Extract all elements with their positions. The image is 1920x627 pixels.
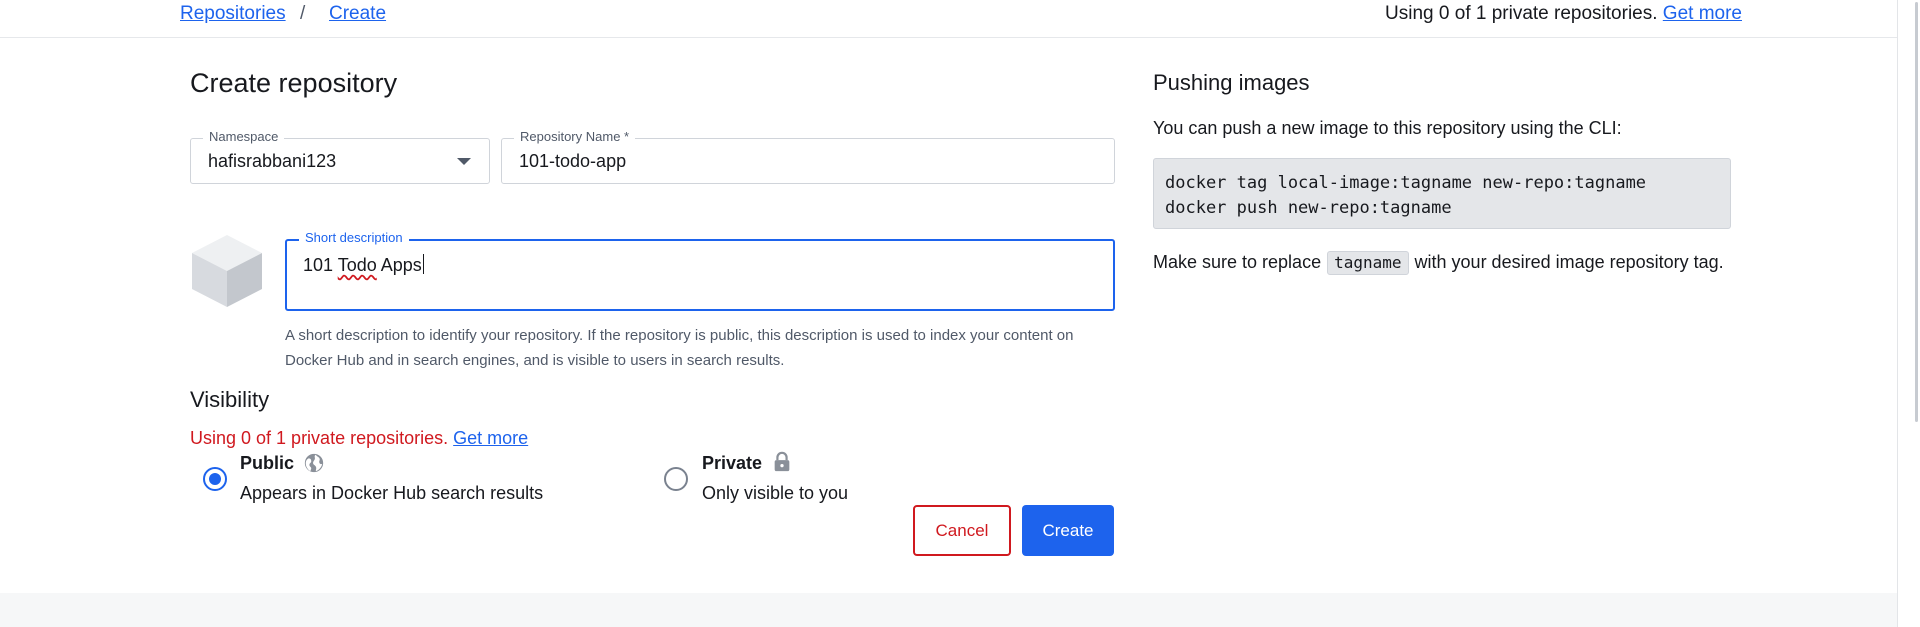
create-button[interactable]: Create [1022,505,1114,556]
repository-name-label: Repository Name * [514,129,636,144]
breadcrumb-repositories[interactable]: Repositories [180,3,286,25]
public-option-description: Appears in Docker Hub search results [240,483,544,503]
visibility-usage: Using 0 of 1 private repositories. Get m… [190,428,528,449]
public-radio[interactable] [203,467,227,491]
namespace-value: hafisrabbani123 [208,151,337,171]
scrollbar-thumb[interactable] [1915,2,1918,422]
note-text: with your desired image repository tag. [1414,252,1724,272]
text-cursor [422,254,424,274]
spellcheck-word: Todo [337,255,377,275]
namespace-select[interactable]: Namespace hafisrabbani123 [190,129,490,184]
visibility-get-more-link[interactable]: Get more [453,428,528,448]
page-title: Create repository [190,68,398,98]
vertical-scrollbar[interactable] [1897,0,1920,627]
public-option-title[interactable]: Public [240,453,294,474]
visibility-title: Visibility [190,387,270,412]
repository-cube-icon [192,235,262,307]
pushing-images-title: Pushing images [1153,70,1310,95]
private-option-title[interactable]: Private [702,453,762,474]
code-line: docker push new-repo:tagname [1165,198,1452,218]
replace-tag-note: Make sure to replace tagname with your des… [1153,249,1733,275]
description-text-part: Apps [376,255,422,275]
breadcrumb-separator: / [300,3,306,24]
get-more-link[interactable]: Get more [1663,3,1742,24]
short-description-label: Short description [299,230,409,245]
private-repo-usage: Using 0 of 1 private repositories. Get m… [1385,3,1742,25]
create-repository-page: Repositories / Create Using 0 of 1 priva… [0,0,1920,627]
pushing-images-description: You can push a new image to this reposit… [1153,118,1622,138]
inline-code-tagname: tagname [1327,251,1409,275]
private-option-description: Only visible to you [702,483,849,503]
note-text: Make sure to replace [1153,252,1322,272]
cancel-button[interactable]: Cancel [913,505,1011,556]
repository-name-value: 101-todo-app [519,151,627,171]
top-bar: Repositories / Create Using 0 of 1 priva… [0,0,1920,38]
lock-icon [774,451,790,472]
short-description-input[interactable]: Short description 101 Todo Apps [285,230,1115,311]
code-line: docker tag local-image:tagname new-repo:… [1165,173,1647,193]
repository-name-input[interactable]: Repository Name * 101-todo-app [501,129,1115,184]
short-description-value: 101 Todo Apps [303,254,424,276]
visibility-usage-text: Using 0 of 1 private repositories. [190,428,449,448]
description-text-part: 101 [303,255,338,275]
namespace-label: Namespace [203,129,285,144]
breadcrumb-create[interactable]: Create [329,3,386,25]
page-footer-band [0,593,1898,627]
usage-text: Using 0 of 1 private repositories. [1385,3,1658,24]
private-radio[interactable] [664,467,688,491]
cli-code-block[interactable]: docker tag local-image:tagname new-repo:… [1153,158,1731,229]
globe-icon [304,453,324,473]
short-description-helper: A short description to identify your rep… [285,327,1074,369]
chevron-down-icon [457,158,471,165]
